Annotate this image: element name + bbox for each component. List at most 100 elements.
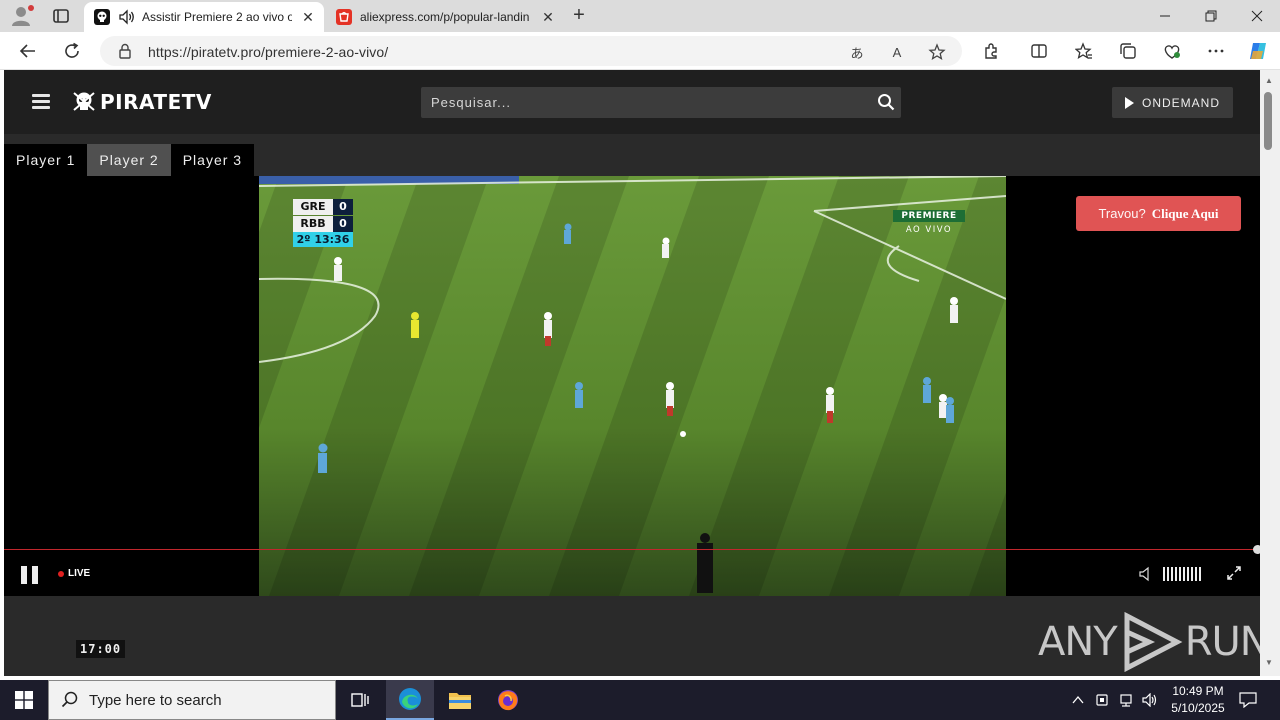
skull-favicon-icon [94, 9, 110, 25]
show-hidden-icons[interactable] [1068, 680, 1088, 720]
football-pitch-image [259, 176, 1006, 596]
task-view-icon[interactable] [336, 680, 384, 720]
fullscreen-icon[interactable] [1226, 565, 1242, 581]
browser-tab-bar: Assistir Premiere 2 ao vivo o ✕ aliexpre… [0, 0, 1280, 32]
edge-taskbar-icon[interactable] [386, 680, 434, 720]
live-label: LIVE [68, 568, 91, 579]
team-score: 0 [333, 199, 353, 215]
close-tab-icon[interactable]: ✕ [540, 9, 556, 25]
scoreboard: GRE 0 RBB 0 2º 13:36 [293, 199, 353, 247]
skull-logo-icon [73, 92, 95, 111]
speaker-icon[interactable] [118, 9, 136, 25]
travou-question: Travou? [1098, 206, 1146, 221]
read-aloud-icon[interactable]: A [888, 43, 906, 61]
scroll-down-icon[interactable]: ▼ [1264, 658, 1274, 668]
match-clock: 2º 13:36 [293, 232, 353, 247]
clock-time: 10:49 PM [1172, 684, 1224, 698]
browser-essentials-icon[interactable] [1158, 37, 1186, 65]
taskbar-clock[interactable]: 10:49 PM 5/10/2025 [1160, 683, 1236, 717]
close-tab-icon[interactable]: ✕ [300, 9, 316, 25]
page-content: PIRATETV ONDEMAND Player 1 Player 2 Play… [4, 70, 1260, 676]
translate-icon[interactable]: あ [848, 43, 866, 61]
live-indicator: LIVE [58, 568, 90, 579]
anyrun-watermark: ANY RUN [1038, 610, 1260, 674]
profile-icon[interactable] [8, 4, 36, 28]
new-tab-icon[interactable]: + [566, 4, 592, 28]
volume-icon[interactable] [1138, 566, 1154, 582]
broadcaster-name: PREMIERE [893, 210, 965, 222]
device-icon[interactable] [1092, 680, 1112, 720]
url-text: https://piratetv.pro/premiere-2-ao-vivo/ [148, 44, 389, 60]
team-name: RBB [293, 216, 333, 232]
site-search [421, 87, 901, 118]
tab-title: aliexpress.com/p/popular-landin [360, 10, 530, 24]
restore-icon[interactable] [1188, 0, 1234, 32]
site-header: PIRATETV ONDEMAND [4, 70, 1260, 134]
site-logo[interactable]: PIRATETV [72, 89, 212, 115]
split-screen-icon[interactable] [1025, 37, 1053, 65]
minimize-icon[interactable] [1142, 0, 1188, 32]
favorites-icon[interactable] [1070, 37, 1098, 65]
menu-icon[interactable] [32, 94, 50, 110]
team-name: GRE [293, 199, 333, 215]
play-icon [1124, 96, 1134, 109]
player-controls: LIVE [4, 556, 1260, 596]
tab-title: Assistir Premiere 2 ao vivo o [142, 10, 292, 24]
time-badge: 17:00 [76, 640, 126, 658]
tab-label: Player 1 [16, 152, 76, 168]
progress-handle[interactable] [1253, 545, 1260, 554]
tab-label: Player 3 [182, 152, 243, 168]
windows-start-icon[interactable] [0, 680, 48, 720]
live-dot-icon [58, 570, 64, 577]
speaker-tray-icon[interactable] [1140, 680, 1160, 720]
favorite-star-icon[interactable] [928, 43, 946, 61]
progress-bar[interactable] [4, 549, 1260, 550]
file-explorer-icon[interactable] [436, 680, 484, 720]
search-icon [61, 691, 79, 709]
tab-label: Player 2 [99, 152, 159, 168]
refresh-icon[interactable] [58, 37, 86, 65]
search-icon[interactable] [877, 93, 895, 111]
network-icon[interactable] [1116, 680, 1136, 720]
aliexpress-favicon-icon [336, 9, 352, 25]
broadcaster-subtitle: AO VIVO [905, 225, 953, 235]
ondemand-label: ONDEMAND [1141, 95, 1220, 110]
copilot-icon[interactable] [1244, 37, 1272, 65]
extensions-icon[interactable] [977, 37, 1005, 65]
player-tabs: Player 1 Player 2 Player 3 [4, 144, 255, 176]
travou-button[interactable]: Travou? Clique Aqui [1076, 196, 1241, 231]
tab-player-3[interactable]: Player 3 [170, 144, 255, 176]
url-field[interactable]: https://piratetv.pro/premiere-2-ao-vivo/… [100, 36, 962, 66]
tab-piratetv[interactable]: Assistir Premiere 2 ao vivo o ✕ [84, 2, 324, 32]
scroll-up-icon[interactable]: ▲ [1264, 76, 1274, 86]
site-logo-text: PIRATETV [100, 90, 212, 114]
scrollbar-thumb[interactable] [1264, 92, 1272, 150]
collections-icon[interactable] [1114, 37, 1142, 65]
more-options-icon[interactable] [1202, 37, 1230, 65]
search-input[interactable] [421, 87, 861, 118]
watermark-right: RUN [1184, 619, 1260, 665]
back-icon[interactable] [14, 37, 42, 65]
taskbar-search[interactable]: Type here to search [48, 680, 336, 720]
tab-actions-icon[interactable] [48, 4, 74, 28]
play-logo-icon [1124, 612, 1183, 672]
notifications-icon[interactable] [1236, 680, 1260, 720]
tab-player-2[interactable]: Player 2 [87, 144, 171, 176]
firefox-icon[interactable] [484, 680, 532, 720]
tab-player-1[interactable]: Player 1 [4, 144, 88, 176]
travou-action: Clique Aqui [1151, 205, 1219, 221]
pause-icon[interactable] [21, 566, 39, 584]
lock-icon[interactable] [118, 43, 132, 59]
clock-date: 5/10/2025 [1171, 701, 1225, 715]
video-player[interactable]: GRE 0 RBB 0 2º 13:36 PREMIERE AO VIVO Trav… [4, 176, 1260, 596]
watermark-left: ANY [1038, 619, 1118, 665]
volume-slider[interactable] [1163, 567, 1203, 581]
address-toolbar: https://piratetv.pro/premiere-2-ao-vivo/… [0, 32, 1280, 70]
ondemand-button[interactable]: ONDEMAND [1112, 87, 1233, 118]
team-score: 0 [333, 216, 353, 232]
tab-aliexpress[interactable]: aliexpress.com/p/popular-landin ✕ [326, 2, 564, 32]
close-window-icon[interactable] [1234, 0, 1280, 32]
page-scrollbar[interactable]: ▲ ▼ [1260, 70, 1280, 676]
windows-taskbar: Type here to search 10:49 PM 5/10/2025 [0, 680, 1280, 720]
broadcaster-logo: PREMIERE AO VIVO [893, 210, 965, 235]
